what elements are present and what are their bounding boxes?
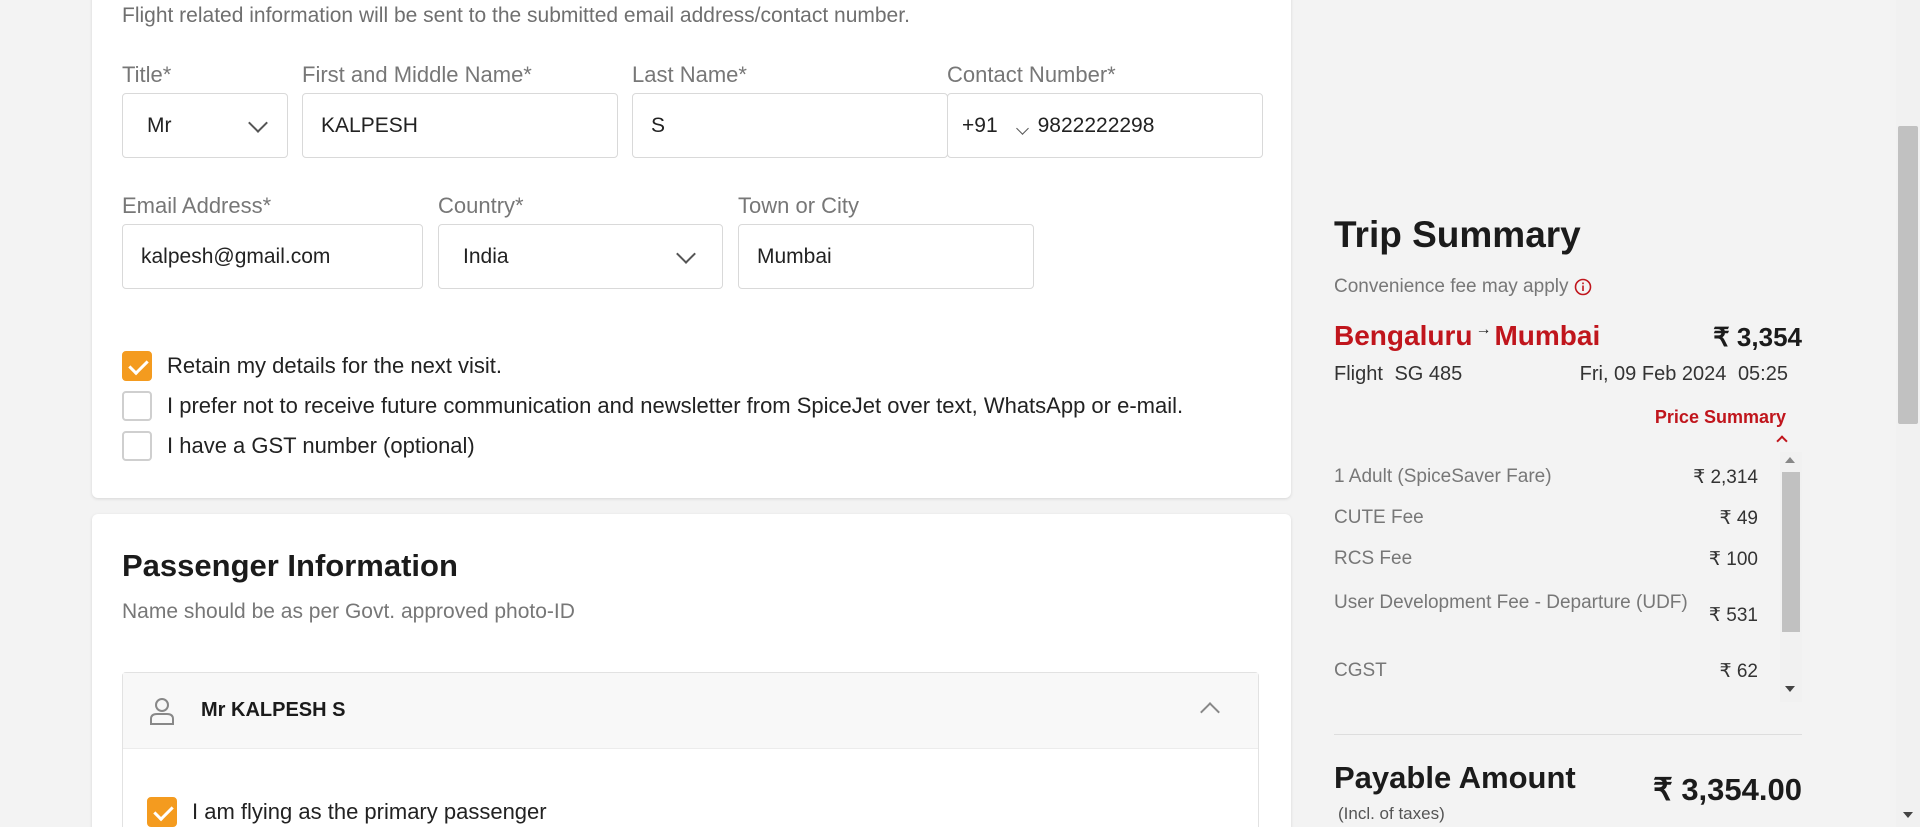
- price-item-label: 1 Adult (SpiceSaver Fare): [1334, 466, 1552, 487]
- scroll-up-icon[interactable]: [1785, 457, 1795, 463]
- price-item-label: CUTE Fee: [1334, 507, 1424, 528]
- price-item-label: User Development Fee - Departure (UDF): [1334, 592, 1688, 613]
- country-select[interactable]: India: [438, 224, 723, 289]
- primary-passenger-checkbox[interactable]: [147, 797, 177, 827]
- convenience-fee-text: Convenience fee may apply: [1334, 276, 1569, 297]
- flight-label: Flight: [1334, 363, 1383, 385]
- gst-row[interactable]: I have a GST number (optional): [122, 431, 475, 461]
- price-list-scrollbar[interactable]: [1780, 452, 1802, 702]
- route: Bengaluru → Mumbai: [1334, 320, 1600, 352]
- last-name-label: Last Name*: [632, 62, 747, 87]
- passenger-section-subtitle: Name should be as per Govt. approved pho…: [122, 600, 575, 623]
- contact-note: Flight related information will be sent …: [122, 4, 910, 27]
- price-summary-toggle[interactable]: Price Summary: [1636, 407, 1788, 449]
- flight-info: Flight SG 485: [1334, 363, 1462, 386]
- scroll-down-icon[interactable]: [1785, 686, 1795, 692]
- contact-number-input[interactable]: +91 9822222298: [947, 93, 1263, 158]
- price-item-value: ₹ 62: [1719, 661, 1758, 682]
- tax-note: (Incl. of taxes): [1338, 804, 1445, 823]
- country-code[interactable]: +91: [962, 114, 998, 138]
- price-list: 1 Adult (SpiceSaver Fare) ₹ 2,314 CUTE F…: [1334, 452, 1758, 704]
- info-icon[interactable]: [1574, 278, 1592, 296]
- payable-amount-label: Payable Amount: [1334, 760, 1576, 795]
- chevron-down-icon[interactable]: [1016, 122, 1029, 135]
- country-value: India: [463, 244, 509, 268]
- price-item-value: ₹ 2,314: [1693, 467, 1758, 488]
- chevron-down-icon: [248, 113, 268, 133]
- destination-city: Mumbai: [1494, 320, 1601, 351]
- email-input[interactable]: kalpesh@gmail.com: [122, 224, 423, 289]
- trip-total: ₹ 3,354: [1713, 322, 1802, 352]
- passenger-panel: Mr KALPESH S I am flying as the primary …: [122, 672, 1259, 827]
- city-input[interactable]: Mumbai: [738, 224, 1034, 289]
- chevron-up-icon[interactable]: [1200, 702, 1220, 722]
- passenger-name: Mr KALPESH S: [201, 699, 346, 721]
- retain-details-checkbox[interactable]: [122, 351, 152, 381]
- arrow-right-icon: →: [1475, 321, 1492, 338]
- no-newsletter-label: I prefer not to receive future communica…: [167, 393, 1184, 418]
- flight-datetime: Fri, 09 Feb 2024 05:25: [1578, 363, 1788, 386]
- convenience-fee-note: Convenience fee may apply: [1334, 276, 1592, 298]
- gst-checkbox[interactable]: [122, 431, 152, 461]
- title-select[interactable]: Mr: [122, 93, 288, 158]
- last-name-value: S: [651, 113, 666, 137]
- title-value: Mr: [147, 113, 172, 137]
- origin-city: Bengaluru: [1334, 320, 1473, 351]
- gst-label: I have a GST number (optional): [167, 433, 475, 458]
- chevron-up-icon: [1776, 435, 1788, 447]
- passenger-info-card: Passenger Information Name should be as …: [92, 514, 1291, 827]
- price-item-value: ₹ 531: [1708, 605, 1758, 626]
- no-newsletter-row[interactable]: I prefer not to receive future communica…: [122, 391, 1183, 421]
- email-label: Email Address*: [122, 193, 272, 218]
- first-name-input[interactable]: KALPESH: [302, 93, 618, 158]
- last-name-input[interactable]: S: [632, 93, 948, 158]
- retain-details-label: Retain my details for the next visit.: [167, 353, 503, 378]
- flight-time: 05:25: [1737, 363, 1788, 385]
- price-item-value: ₹ 49: [1719, 508, 1758, 529]
- contact-details-card: Flight related information will be sent …: [92, 0, 1291, 498]
- contact-number-label: Contact Number*: [947, 62, 1116, 87]
- first-name-label: First and Middle Name*: [302, 62, 532, 87]
- price-item-label: RCS Fee: [1334, 548, 1413, 569]
- price-item-value: ₹ 100: [1708, 549, 1758, 570]
- page-scroll-thumb[interactable]: [1898, 126, 1918, 424]
- divider: [1334, 734, 1802, 735]
- flight-date: Fri, 09 Feb 2024: [1579, 363, 1727, 385]
- email-value: kalpesh@gmail.com: [141, 244, 331, 268]
- price-summary-label: Price Summary: [1654, 407, 1786, 427]
- primary-passenger-row[interactable]: I am flying as the primary passenger: [147, 797, 547, 827]
- city-label: Town or City: [738, 193, 860, 218]
- primary-passenger-label: I am flying as the primary passenger: [192, 799, 547, 824]
- passenger-panel-header[interactable]: Mr KALPESH S: [123, 673, 1258, 749]
- flight-number: SG 485: [1394, 363, 1463, 385]
- user-icon: [150, 698, 174, 725]
- price-item-label: CGST: [1334, 660, 1387, 681]
- country-label: Country*: [438, 193, 524, 218]
- retain-details-row[interactable]: Retain my details for the next visit.: [122, 351, 502, 381]
- contact-number-value: 9822222298: [1037, 113, 1155, 137]
- page-scroll-down-icon[interactable]: [1903, 812, 1913, 818]
- first-name-value: KALPESH: [321, 113, 418, 137]
- no-newsletter-checkbox[interactable]: [122, 391, 152, 421]
- title-label: Title*: [122, 62, 172, 87]
- passenger-section-title: Passenger Information: [122, 548, 458, 583]
- payable-amount-value: ₹ 3,354.00: [1652, 772, 1802, 807]
- chevron-down-icon: [676, 244, 696, 264]
- trip-summary-title: Trip Summary: [1334, 214, 1581, 255]
- price-list-scroll-thumb[interactable]: [1782, 472, 1800, 632]
- city-value: Mumbai: [757, 244, 832, 268]
